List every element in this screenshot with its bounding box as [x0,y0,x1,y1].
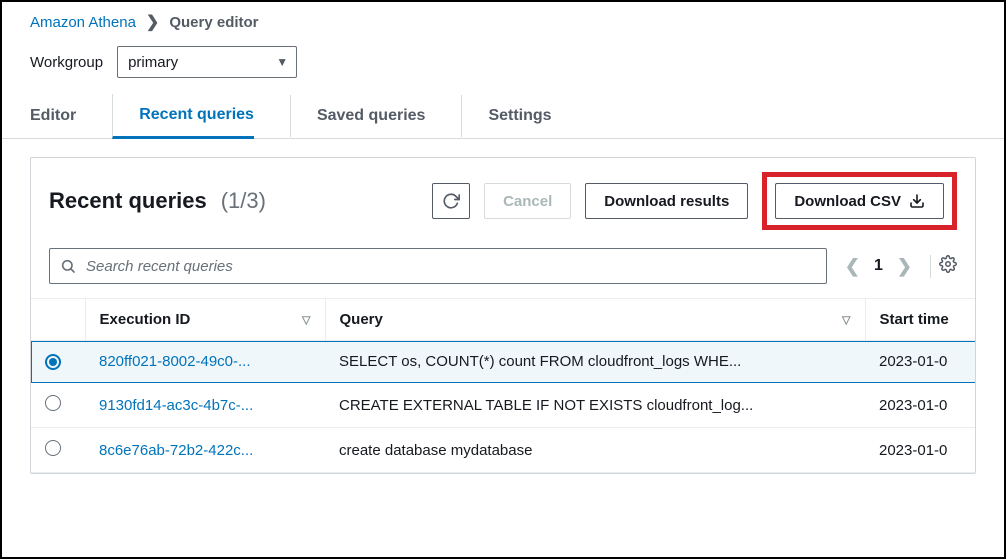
execution-id-link[interactable]: 8c6e76ab-72b2-422c... [99,442,253,459]
refresh-button[interactable] [432,183,470,219]
download-csv-highlight: Download CSV [762,172,957,230]
query-cell: create database mydatabase [339,442,532,459]
breadcrumb-current: Query editor [169,14,258,31]
column-query[interactable]: Query [325,299,865,341]
tab-recent-queries[interactable]: Recent queries [112,94,254,139]
download-icon [909,193,925,209]
recent-queries-panel: Recent queries (1/3) Cancel Download res… [30,157,976,474]
table-row[interactable]: 8c6e76ab-72b2-422c... create database my… [31,428,975,473]
workgroup-row: Workgroup primary ▼ [2,36,1004,94]
download-csv-label: Download CSV [794,193,901,210]
tab-editor[interactable]: Editor [30,95,76,137]
start-time-cell: 2023-01-0 [865,383,975,428]
download-csv-button[interactable]: Download CSV [775,183,944,219]
column-start-time[interactable]: Start time [865,299,975,341]
table-row[interactable]: 820ff021-8002-49c0-... SELECT os, COUNT(… [31,341,975,383]
table-scroll[interactable]: Execution ID Query Start time 820ff021-8… [31,298,975,473]
start-time-cell: 2023-01-0 [865,428,975,473]
row-radio[interactable] [45,440,61,456]
panel-title: Recent queries [49,188,207,214]
execution-id-link[interactable]: 9130fd14-ac3c-4b7c-... [99,397,253,414]
column-execution-id[interactable]: Execution ID [85,299,325,341]
workgroup-value: primary [128,54,178,71]
chevron-right-icon: ❯ [146,12,159,32]
column-select [31,299,85,341]
pagination: ❮ 1 ❯ [839,256,918,277]
recent-queries-table: Execution ID Query Start time 820ff021-8… [31,298,975,473]
search-input[interactable] [84,257,816,276]
workgroup-select[interactable]: primary ▼ [117,46,297,78]
gear-icon [939,255,957,273]
execution-id-link[interactable]: 820ff021-8002-49c0-... [99,353,251,370]
breadcrumb-service-link[interactable]: Amazon Athena [30,14,136,31]
page-next-button[interactable]: ❯ [897,256,912,277]
query-cell: SELECT os, COUNT(*) count FROM cloudfron… [339,353,741,370]
download-results-button[interactable]: Download results [585,183,748,219]
refresh-icon [442,192,460,210]
search-box[interactable] [49,248,827,284]
settings-gear-button[interactable] [930,255,957,278]
panel-toolbar: Recent queries (1/3) Cancel Download res… [31,158,975,240]
page-number: 1 [874,257,883,275]
workgroup-label: Workgroup [30,54,103,71]
row-radio[interactable] [45,395,61,411]
caret-down-icon: ▼ [276,55,288,69]
table-row[interactable]: 9130fd14-ac3c-4b7c-... CREATE EXTERNAL T… [31,383,975,428]
tab-saved-queries[interactable]: Saved queries [290,95,426,137]
page-prev-button[interactable]: ❮ [845,256,860,277]
breadcrumb: Amazon Athena ❯ Query editor [2,2,1004,36]
tabs: Editor Recent queries Saved queries Sett… [2,94,1004,139]
cancel-button: Cancel [484,183,571,219]
tab-settings[interactable]: Settings [461,95,551,137]
panel-count: (1/3) [221,188,266,214]
query-cell: CREATE EXTERNAL TABLE IF NOT EXISTS clou… [339,397,753,414]
row-radio[interactable] [45,354,61,370]
search-pagination-row: ❮ 1 ❯ [31,240,975,298]
start-time-cell: 2023-01-0 [865,341,975,383]
search-icon [60,258,76,274]
